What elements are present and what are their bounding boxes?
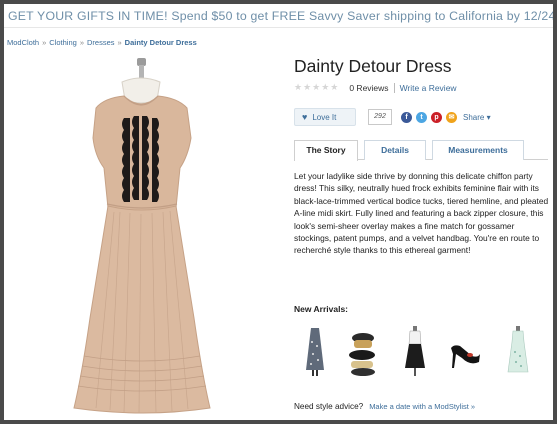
write-review-link[interactable]: Write a Review: [400, 83, 457, 93]
rating-row: ★★★★★ 0 Reviews Write a Review: [294, 82, 457, 93]
love-it-label: Love It: [312, 112, 337, 122]
social-actions: ♥ Love It 292 f t p ✉ Share ▾: [294, 108, 491, 126]
heart-icon: ♥: [302, 112, 308, 122]
tab-details[interactable]: Details: [364, 140, 426, 160]
tab-measurements[interactable]: Measurements: [432, 140, 524, 160]
breadcrumb-item-dresses[interactable]: Dresses: [87, 38, 115, 47]
facebook-icon[interactable]: f: [401, 111, 412, 123]
style-advice-question: Need style advice?: [294, 402, 364, 411]
new-arrivals-heading: New Arrivals:: [294, 304, 349, 314]
new-arrival-black-heels[interactable]: [448, 324, 482, 380]
style-advice: Need style advice? Make a date with a Mod…: [294, 402, 475, 411]
promo-banner[interactable]: GET YOUR GIFTS IN TIME! Spend $50 to get…: [4, 4, 553, 28]
new-arrival-mint-dress[interactable]: [506, 324, 530, 380]
breadcrumb-current: Dainty Detour Dress: [124, 38, 197, 47]
review-count[interactable]: 0 Reviews: [349, 83, 388, 93]
breadcrumb: ModCloth» Clothing» Dresses» Dainty Detour …: [7, 38, 197, 47]
tab-the-story[interactable]: The Story: [294, 140, 358, 161]
page-frame: GET YOUR GIFTS IN TIME! Spend $50 to get…: [4, 4, 553, 420]
breadcrumb-separator: »: [42, 38, 47, 47]
story-text: Let your ladylike side thrive by donning…: [294, 171, 549, 256]
new-arrival-patterned-dress[interactable]: [302, 324, 328, 380]
product-image-dress[interactable]: [44, 56, 250, 418]
pinterest-icon[interactable]: p: [431, 111, 442, 123]
share-dropdown[interactable]: Share ▾: [463, 113, 491, 122]
product-tabs: The Story Details Measurements: [294, 140, 548, 161]
product-title: Dainty Detour Dress: [294, 56, 452, 76]
breadcrumb-separator: »: [79, 38, 84, 47]
twitter-icon[interactable]: t: [416, 111, 427, 123]
breadcrumb-item-modcloth[interactable]: ModCloth: [7, 38, 39, 47]
new-arrival-hair-accessories[interactable]: [346, 324, 380, 380]
rating-stars-icon[interactable]: ★★★★★: [294, 82, 339, 93]
divider: [393, 82, 395, 93]
love-count: 292: [368, 109, 392, 125]
email-icon[interactable]: ✉: [446, 111, 457, 123]
breadcrumb-item-clothing[interactable]: Clothing: [49, 38, 77, 47]
breadcrumb-separator: »: [117, 38, 122, 47]
love-it-button[interactable]: ♥ Love It: [294, 108, 356, 126]
modstylist-link[interactable]: Make a date with a ModStylist »: [369, 402, 475, 411]
new-arrival-black-white-dress[interactable]: [402, 324, 428, 380]
